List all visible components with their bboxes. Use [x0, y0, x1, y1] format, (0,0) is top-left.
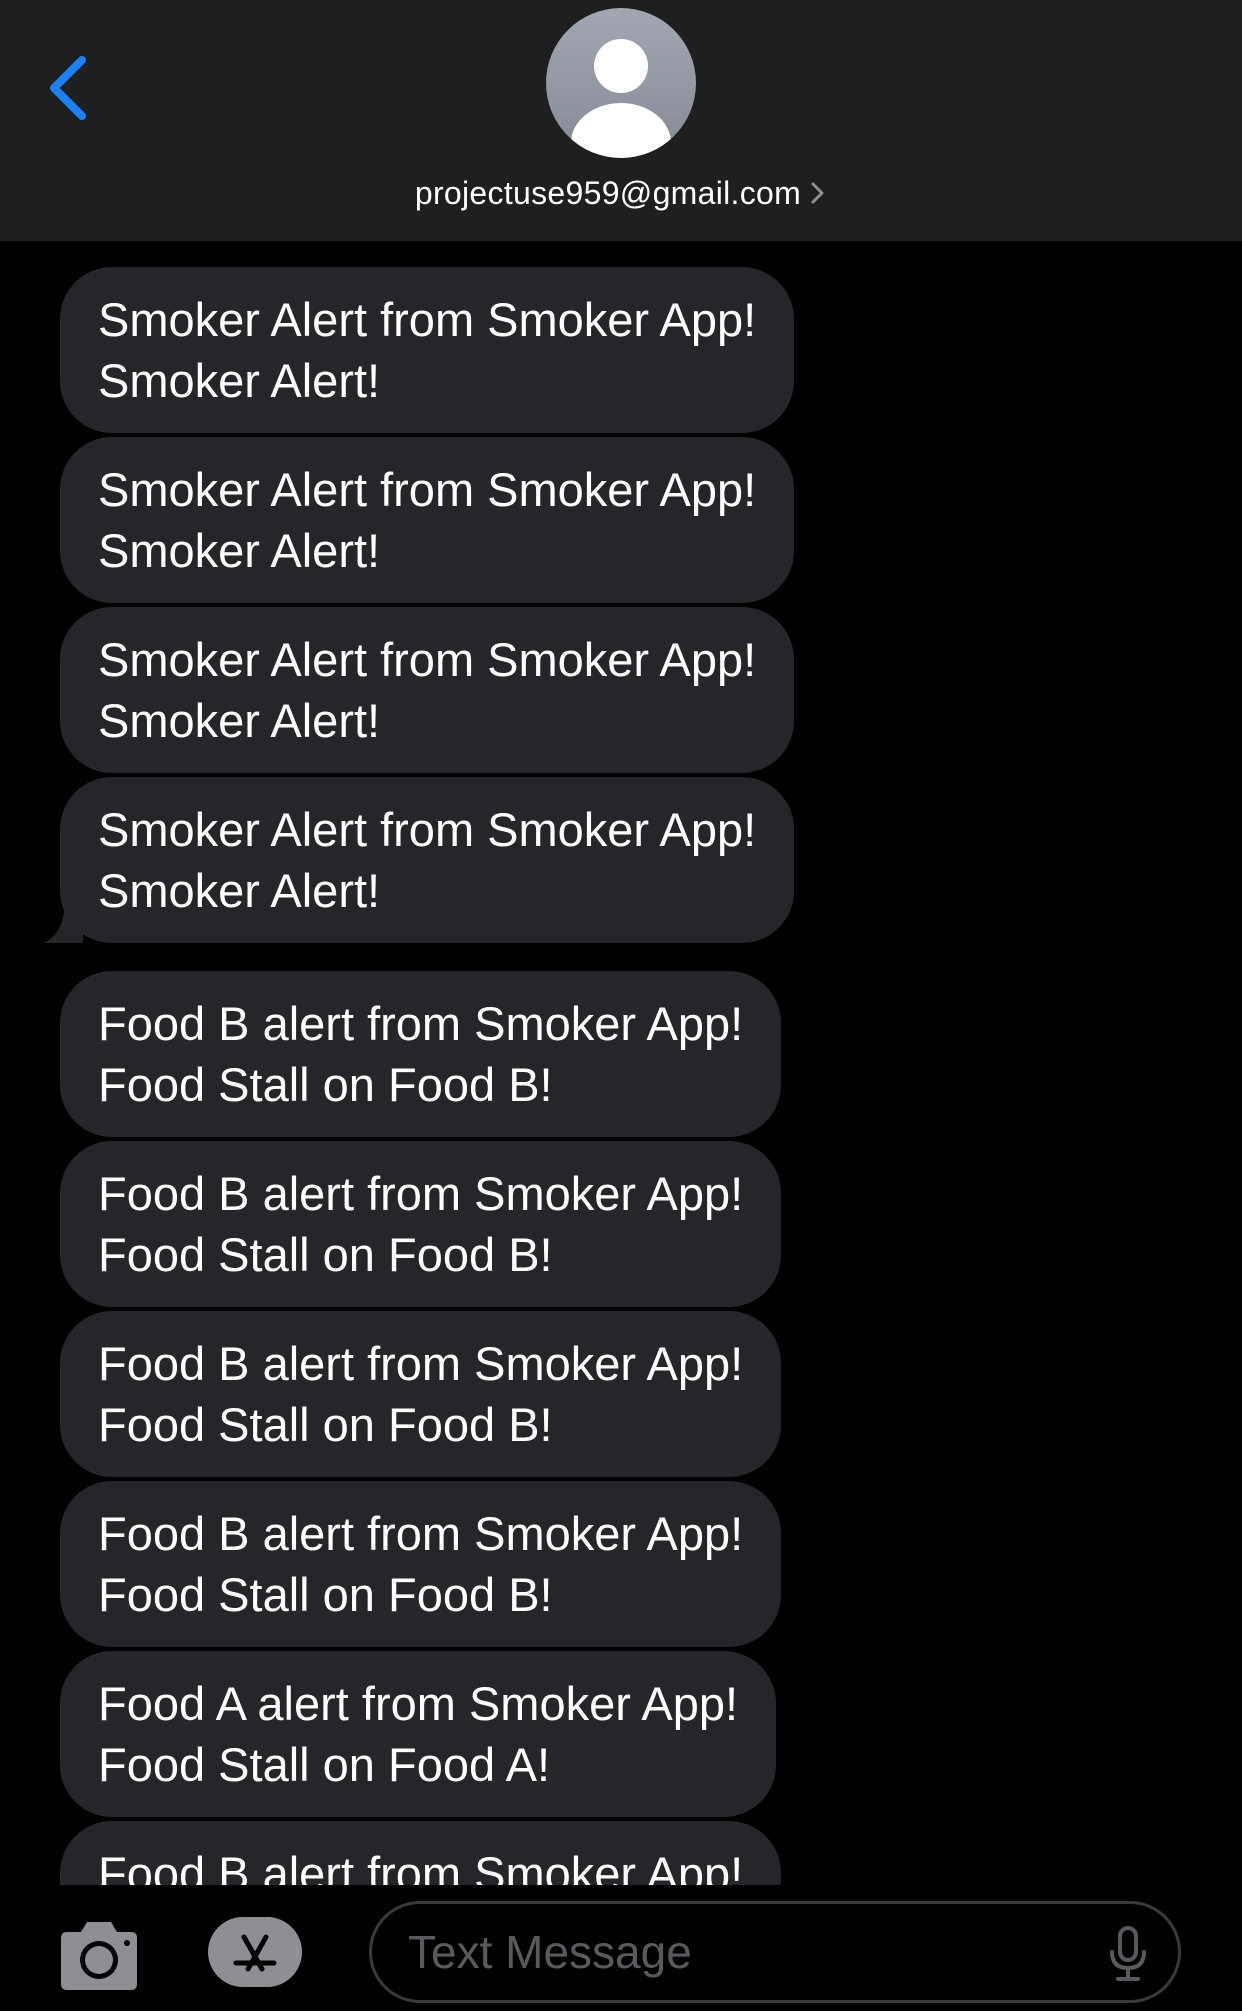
camera-button[interactable]: [53, 1918, 145, 1994]
app-store-icon: [208, 1916, 302, 1988]
message-bubble[interactable]: Smoker Alert from Smoker App! Smoker Ale…: [60, 267, 795, 433]
message-input[interactable]: [408, 1904, 1088, 2000]
conversation-header: projectuse959@gmail.com: [0, 0, 1242, 241]
message-bubble[interactable]: Smoker Alert from Smoker App! Smoker Ale…: [60, 607, 795, 773]
chevron-right-icon: [809, 179, 827, 207]
messages-app: projectuse959@gmail.com Smoker Alert fro…: [0, 0, 1242, 2011]
message-bubble[interactable]: Food B alert from Smoker App! Food Stall…: [60, 971, 782, 1137]
message-item: Smoker Alert from Smoker App! Smoker Ale…: [60, 437, 795, 607]
message-bubble[interactable]: Smoker Alert from Smoker App! Smoker Ale…: [43, 777, 795, 943]
message-bubble[interactable]: Food B alert from Smoker App! Food Stall…: [60, 1311, 782, 1477]
message-bubble[interactable]: Food A alert from Smoker App! Food Stall…: [60, 1651, 777, 1817]
avatar[interactable]: [546, 8, 696, 158]
message-item: Food B alert from Smoker App! Food Stall…: [60, 1141, 794, 1311]
message-list: Smoker Alert from Smoker App! Smoker Ale…: [43, 267, 795, 1885]
message-item: Food A alert from Smoker App! Food Stall…: [60, 1651, 794, 1821]
chevron-left-icon: [50, 56, 86, 120]
microphone-icon: [1110, 1926, 1146, 1981]
apps-button[interactable]: [208, 1915, 320, 1989]
message-item: Smoker Alert from Smoker App! Smoker Ale…: [60, 607, 795, 777]
message-input-field[interactable]: [369, 1901, 1181, 2003]
message-bubble[interactable]: Food B alert from Smoker App! Food Stall…: [60, 1821, 782, 1885]
camera-icon: [61, 1922, 137, 1990]
message-bubble[interactable]: Food B alert from Smoker App! Food Stall…: [60, 1481, 782, 1647]
message-item: Food B alert from Smoker App! Food Stall…: [60, 971, 794, 1141]
person-silhouette-icon: [571, 39, 671, 158]
message-bubble[interactable]: Food B alert from Smoker App! Food Stall…: [60, 1141, 782, 1307]
message-item: Food B alert from Smoker App! Food Stall…: [60, 1821, 794, 1885]
contact-name: projectuse959@gmail.com: [414, 174, 802, 211]
compose-bar: [0, 1885, 1242, 2011]
dictation-button[interactable]: [1108, 1926, 1148, 1982]
message-thread[interactable]: Smoker Alert from Smoker App! Smoker Ale…: [0, 241, 1242, 1885]
bubble-tail: [43, 907, 83, 943]
message-bubble[interactable]: Smoker Alert from Smoker App! Smoker Ale…: [60, 437, 795, 603]
back-button[interactable]: [40, 48, 100, 128]
contact-details-link[interactable]: projectuse959@gmail.com: [0, 170, 1242, 216]
message-item: Smoker Alert from Smoker App! Smoker Ale…: [60, 267, 795, 437]
message-item: Smoker Alert from Smoker App! Smoker Ale…: [43, 777, 795, 947]
message-item: Food B alert from Smoker App! Food Stall…: [60, 1481, 794, 1651]
message-item: Food B alert from Smoker App! Food Stall…: [60, 1311, 794, 1481]
